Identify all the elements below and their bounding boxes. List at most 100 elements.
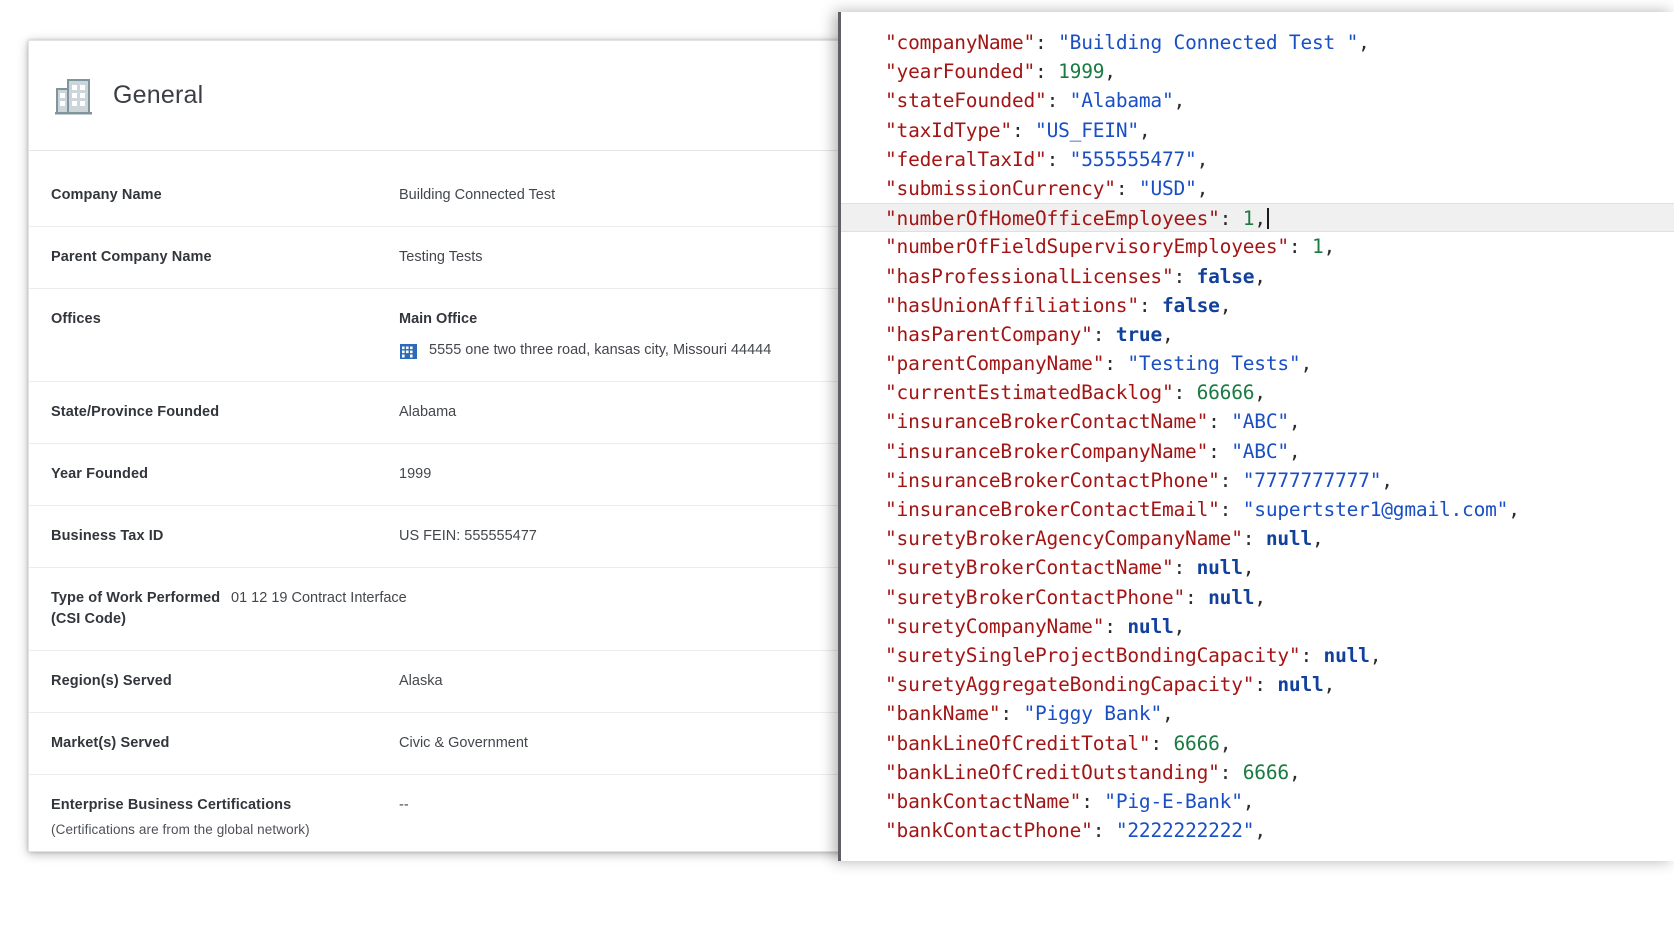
json-line[interactable]: "insuranceBrokerContactEmail": "supertst… — [841, 495, 1674, 524]
office-address-line: 5555 one two three road, kansas city, Mi… — [399, 340, 825, 361]
json-line[interactable]: "numberOfHomeOfficeEmployees": 1, — [841, 203, 1674, 233]
json-colon: : — [1115, 176, 1139, 200]
json-line[interactable]: "insuranceBrokerCompanyName": "ABC", — [841, 437, 1674, 466]
json-colon: : — [1046, 89, 1070, 113]
json-comma: , — [1508, 498, 1520, 521]
json-colon: : — [1035, 31, 1059, 54]
json-line[interactable]: "bankLineOfCreditTotal": 6666, — [841, 729, 1674, 758]
json-comma: , — [1138, 118, 1151, 142]
json-line[interactable]: "suretyAggregateBondingCapacity": null, — [841, 670, 1674, 699]
table-row: Type of Work Performed (CSI Code) 01 12 … — [29, 568, 847, 651]
row-label-business-tax-id: Business Tax ID — [51, 528, 164, 544]
json-value: "Alabama" — [1069, 89, 1174, 113]
json-line[interactable]: "hasProfessionalLicenses": false, — [841, 262, 1674, 291]
json-comma: , — [1162, 322, 1174, 346]
json-comma: , — [1254, 207, 1266, 231]
json-comma: , — [1242, 556, 1255, 580]
json-colon: : — [1173, 556, 1197, 580]
json-value: 1 — [1242, 207, 1255, 231]
json-line[interactable]: "bankLineOfCreditOutstanding": 6666, — [841, 758, 1674, 787]
json-line[interactable]: "insuranceBrokerContactPhone": "77777777… — [841, 466, 1674, 495]
json-colon: : — [1219, 498, 1243, 521]
json-line[interactable]: "taxIdType": "US_FEIN", — [841, 116, 1674, 145]
json-value: null — [1208, 585, 1255, 609]
table-row: Business Tax ID US FEIN: 555555477 — [29, 506, 847, 568]
json-key: "suretyBrokerContactPhone" — [885, 585, 1186, 609]
row-label-markets-served: Market(s) Served — [51, 735, 170, 751]
json-value: true — [1115, 322, 1162, 346]
table-row: Company Name Building Connected Test — [29, 151, 847, 227]
json-key: "taxIdType" — [885, 118, 1012, 142]
json-line[interactable]: "suretyBrokerContactName": null, — [841, 553, 1674, 582]
json-colon: : — [1046, 147, 1070, 171]
json-comma: , — [1288, 439, 1301, 463]
json-key: "bankContactPhone" — [885, 819, 1093, 843]
row-value-type-of-work: 01 12 19 Contract Interface — [231, 590, 407, 606]
table-row: Region(s) Served Alaska — [29, 651, 847, 713]
json-line[interactable]: "currentEstimatedBacklog": 66666, — [841, 378, 1674, 407]
row-label-offices: Offices — [51, 311, 101, 327]
json-key: "federalTaxId" — [885, 147, 1047, 171]
json-line[interactable]: "hasParentCompany": true, — [841, 320, 1674, 349]
building-icon — [55, 76, 93, 116]
json-colon: : — [1219, 207, 1243, 231]
json-comma: , — [1104, 60, 1116, 84]
json-line[interactable]: "suretySingleProjectBondingCapacity": nu… — [841, 641, 1674, 670]
json-value: "ABC" — [1231, 439, 1289, 463]
json-line[interactable]: "federalTaxId": "555555477", — [841, 145, 1674, 174]
table-row: Year Founded 1999 — [29, 444, 847, 506]
json-comma: , — [1369, 643, 1382, 667]
json-line[interactable]: "hasUnionAffiliations": false, — [841, 291, 1674, 320]
json-key: "stateFounded" — [885, 89, 1047, 113]
json-colon: : — [1000, 702, 1024, 726]
row-label-enterprise-certifications: Enterprise Business Certifications (Cert… — [51, 795, 399, 840]
json-key: "bankContactName" — [885, 789, 1082, 813]
json-colon: : — [1185, 585, 1209, 609]
json-editor-panel[interactable]: "companyName": "Building Connected Test … — [838, 12, 1674, 861]
json-colon: : — [1150, 731, 1174, 755]
json-key: "hasProfessionalLicenses" — [885, 264, 1174, 288]
row-label-type-of-work: Type of Work Performed (CSI Code) — [51, 590, 221, 627]
json-line[interactable]: "yearFounded": 1999, — [841, 57, 1674, 86]
json-line[interactable]: "numberOfFieldSupervisoryEmployees": 1, — [841, 232, 1674, 261]
json-line[interactable]: "parentCompanyName": "Testing Tests", — [841, 349, 1674, 378]
row-label-enterprise-certifications-sub: (Certifications are from the global netw… — [51, 822, 310, 837]
json-line[interactable]: "bankContactName": "Pig-E-Bank", — [841, 787, 1674, 816]
office-address: 5555 one two three road, kansas city, Mi… — [429, 342, 772, 358]
json-comma: , — [1300, 352, 1313, 376]
json-colon: : — [1092, 819, 1116, 843]
json-colon: : — [1208, 410, 1232, 434]
json-code-area[interactable]: "companyName": "Building Connected Test … — [841, 12, 1674, 845]
json-comma: , — [1288, 410, 1301, 434]
json-line[interactable]: "bankContactPhone": "2222222222", — [841, 816, 1674, 845]
json-value: false — [1161, 293, 1220, 317]
json-value: "USD" — [1138, 176, 1197, 200]
row-value-markets-served: Civic & Government — [399, 735, 528, 751]
json-value: 1 — [1312, 235, 1324, 259]
json-line[interactable]: "suretyCompanyName": null, — [841, 612, 1674, 641]
table-row: State/Province Founded Alabama — [29, 382, 847, 444]
json-colon: : — [1300, 643, 1324, 667]
json-comma: , — [1219, 731, 1232, 755]
json-value: "ABC" — [1231, 410, 1289, 434]
json-key: "hasUnionAffiliations" — [885, 293, 1139, 317]
json-line[interactable]: "suretyBrokerContactPhone": null, — [841, 583, 1674, 612]
page-title: General — [113, 81, 204, 109]
json-line[interactable]: "submissionCurrency": "USD", — [841, 174, 1674, 203]
row-value-enterprise-certifications: -- — [399, 797, 409, 813]
general-info-card: General Company Name Building Connected … — [28, 40, 848, 852]
json-line[interactable]: "insuranceBrokerContactName": "ABC", — [841, 407, 1674, 436]
json-line[interactable]: "companyName": "Building Connected Test … — [841, 28, 1674, 57]
row-label-company-name: Company Name — [51, 187, 162, 203]
json-key: "insuranceBrokerContactEmail" — [885, 498, 1220, 521]
json-line[interactable]: "suretyBrokerAgencyCompanyName": null, — [841, 524, 1674, 553]
json-line[interactable]: "stateFounded": "Alabama", — [841, 86, 1674, 115]
json-value: "US_FEIN" — [1035, 118, 1139, 142]
office-name: Main Office — [399, 311, 478, 327]
json-value: "Pig-E-Bank" — [1104, 789, 1243, 813]
json-colon: : — [1092, 322, 1116, 346]
json-comma: , — [1288, 760, 1301, 784]
json-key: "bankLineOfCreditOutstanding" — [885, 760, 1220, 784]
row-value-state-founded: Alabama — [399, 404, 457, 420]
json-line[interactable]: "bankName": "Piggy Bank", — [841, 699, 1674, 728]
